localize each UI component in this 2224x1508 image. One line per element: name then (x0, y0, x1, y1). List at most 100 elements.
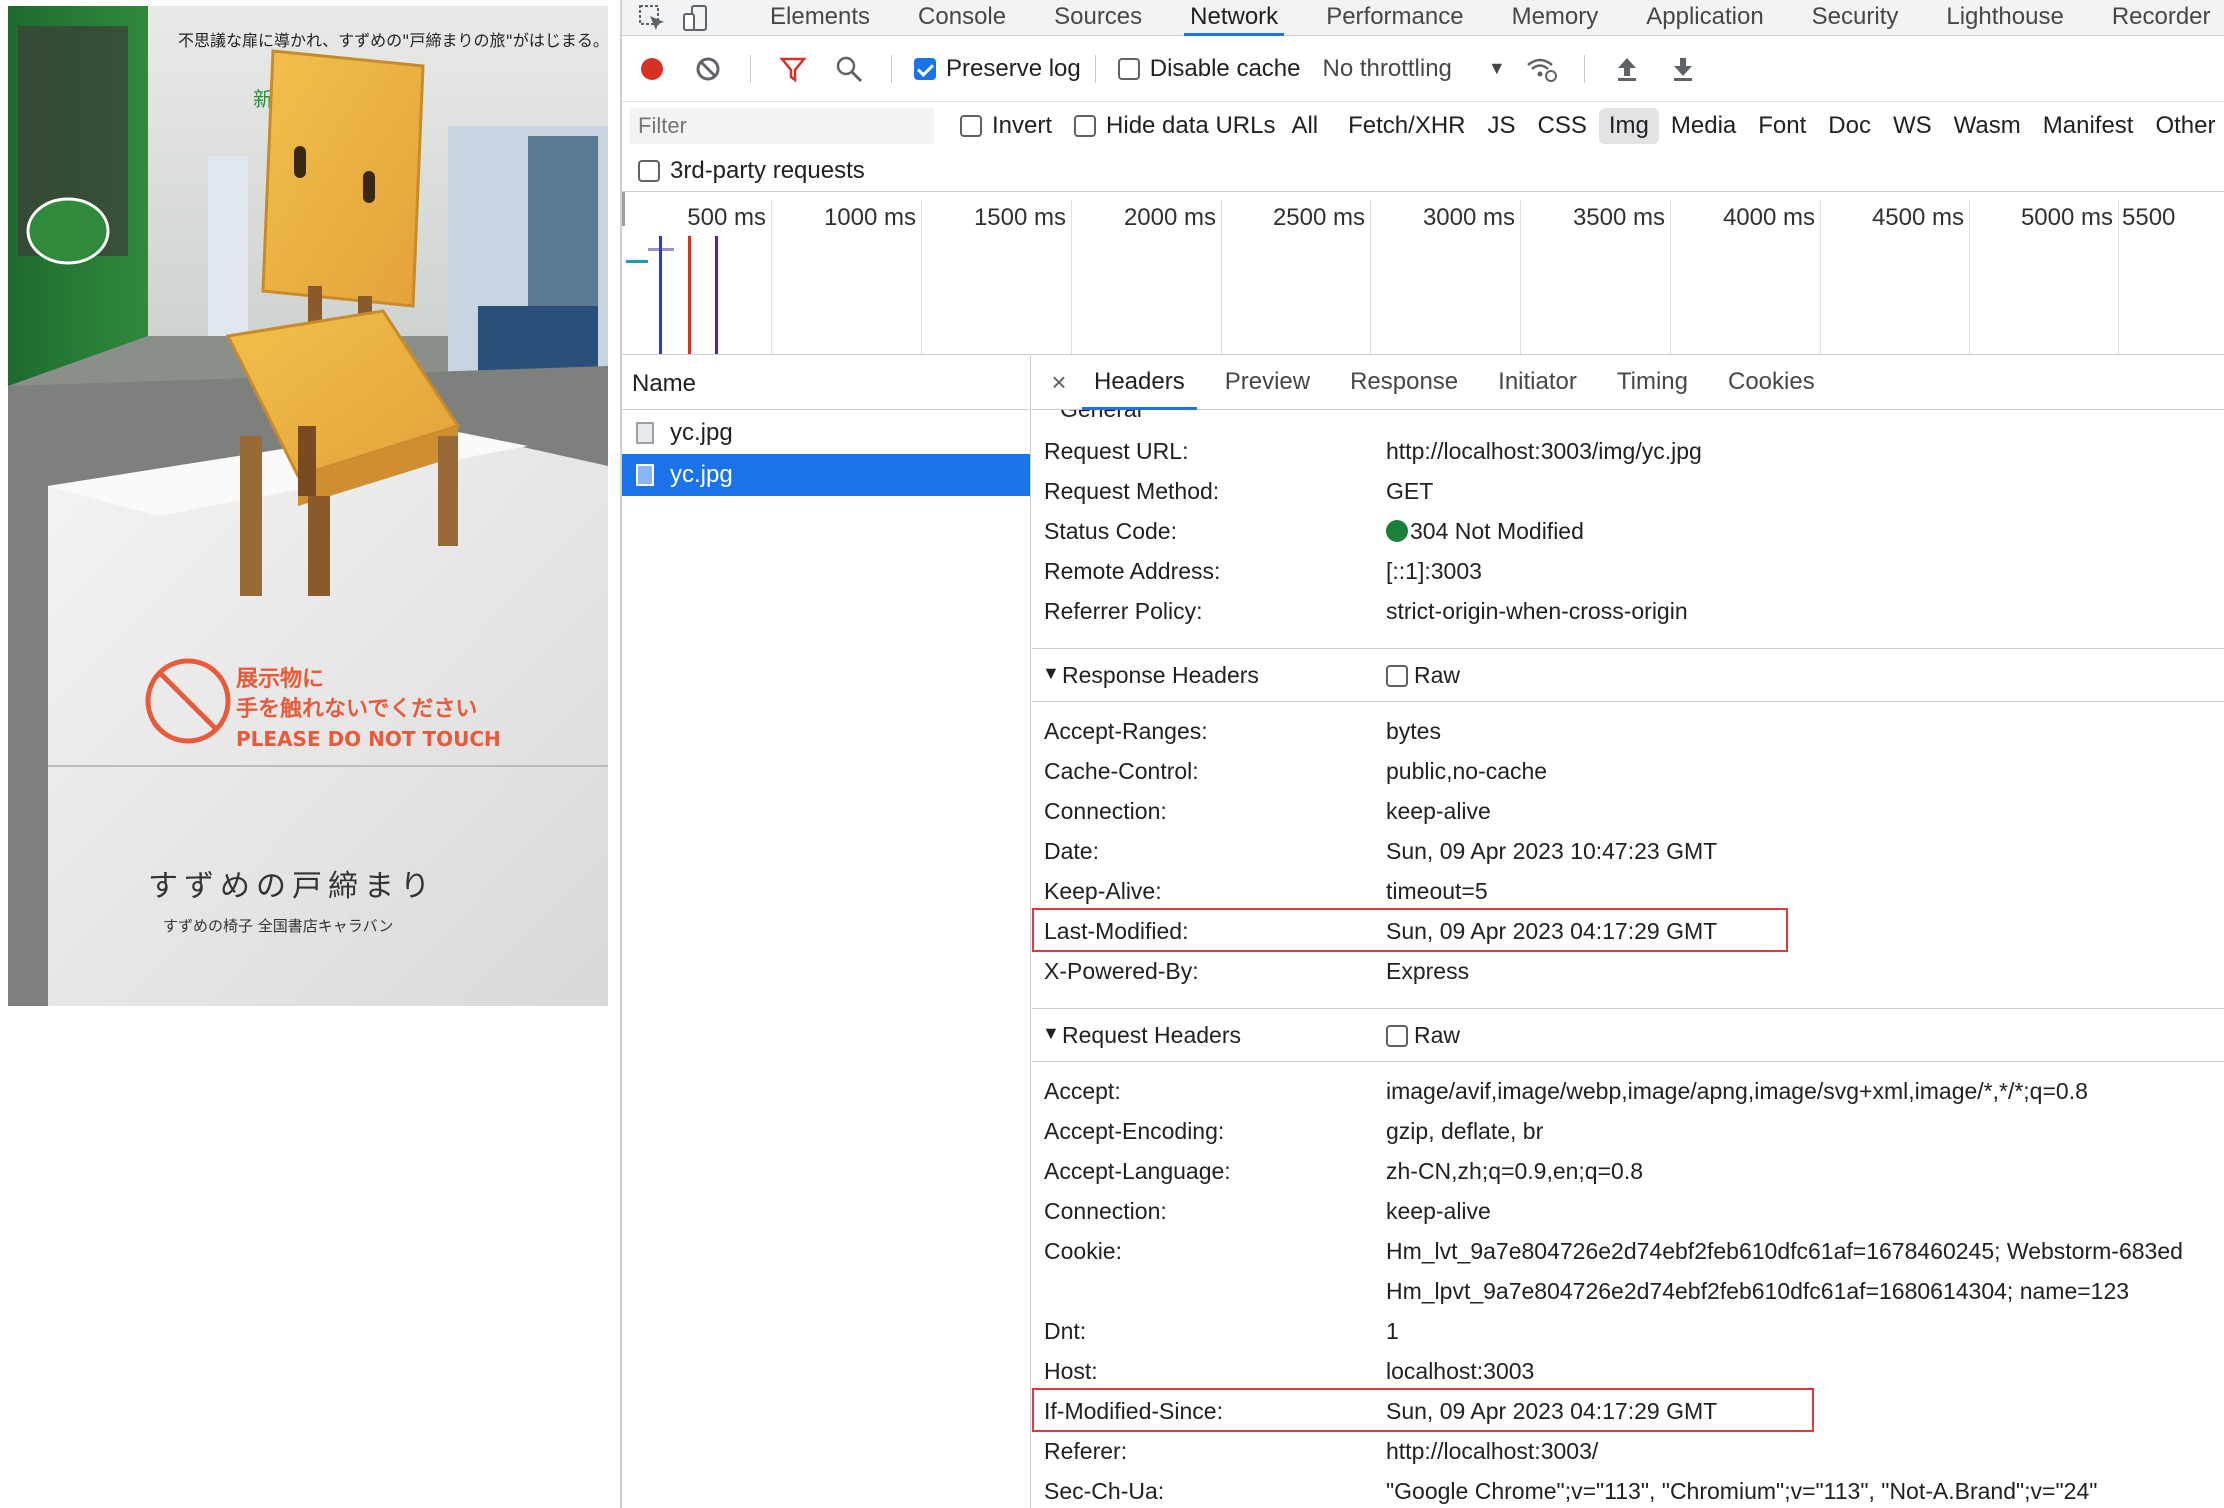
general-row: Remote Address: [::1]:3003 (1032, 550, 2224, 590)
grid-line (1221, 200, 1222, 354)
request-header-row: Accept-Language: zh-CN,zh;q=0.9,en;q=0.8 (1032, 1150, 2224, 1190)
tab-sources[interactable]: Sources (1030, 0, 1166, 36)
timeline-tick: 5500 (2122, 204, 2176, 231)
header-key: Referer: (1044, 1438, 1128, 1464)
image-file-icon (636, 464, 654, 486)
header-key: Connection: (1044, 1198, 1167, 1224)
tab-cookies[interactable]: Cookies (1708, 356, 1835, 410)
filter-type-media[interactable]: Media (1661, 108, 1746, 144)
tab-response[interactable]: Response (1330, 356, 1478, 410)
third-party-label: 3rd-party requests (670, 156, 865, 184)
filter-icon[interactable] (773, 49, 813, 89)
headers-scroll-area[interactable]: General Request URL: http://localhost:300… (1032, 410, 2224, 1508)
tab-elements[interactable]: Elements (746, 0, 894, 36)
exhibit-photo: 不思議な扉に導かれ、すずめの"戸締まりの旅"がはじまる。 新潟城 展示物に 手を… (8, 6, 608, 1006)
clear-icon[interactable] (688, 49, 728, 89)
filter-type-other[interactable]: Other (2145, 108, 2224, 144)
disable-cache-checkbox[interactable] (1117, 57, 1140, 80)
timeline-tick: 2000 ms (1123, 204, 1216, 231)
filter-type-img[interactable]: Img (1598, 108, 1659, 144)
tab-preview[interactable]: Preview (1205, 356, 1330, 410)
export-har-icon[interactable] (1663, 49, 1703, 89)
filter-type-css[interactable]: CSS (1528, 108, 1597, 144)
filter-type-wasm[interactable]: Wasm (1944, 108, 2031, 144)
inspect-element-icon[interactable] (638, 0, 666, 38)
toolbar-separator (1094, 54, 1096, 83)
timeline-tick: 2500 ms (1272, 204, 1365, 231)
filter-type-manifest[interactable]: Manifest (2033, 108, 2144, 144)
general-section-header[interactable]: General (1032, 410, 2224, 422)
device-toolbar-icon[interactable] (682, 0, 710, 38)
tab-timing[interactable]: Timing (1597, 356, 1708, 410)
network-conditions-icon[interactable] (1522, 49, 1562, 89)
tab-initiator[interactable]: Initiator (1478, 356, 1597, 410)
response-header-row: Date: Sun, 09 Apr 2023 10:47:23 GMT (1032, 830, 2224, 870)
grid-line (771, 200, 772, 354)
third-party-checkbox[interactable] (638, 159, 660, 182)
response-raw-toggle[interactable]: Raw (1386, 662, 1460, 689)
raw-label: Raw (1414, 662, 1461, 688)
name-column-header[interactable]: Name (622, 356, 1030, 410)
filter-type-all[interactable]: All (1281, 108, 1328, 144)
header-value: gzip, deflate, br (1386, 1118, 1544, 1144)
timeline-tick: 1500 ms (973, 204, 1066, 231)
general-row: Status Code: 304 Not Modified (1032, 510, 2224, 550)
header-key: Accept: (1044, 1078, 1121, 1104)
response-headers-section-header[interactable]: ▼ Response Headers Raw (1032, 648, 2224, 702)
general-value: http://localhost:3003/img/yc.jpg (1386, 438, 1702, 464)
overview-left-handle[interactable] (622, 192, 625, 226)
request-header-row: Sec-Ch-Ua: "Google Chrome";v="113", "Chro… (1032, 1470, 2224, 1508)
tab-recorder[interactable]: Recorder (2088, 0, 2224, 36)
filter-type-ws[interactable]: WS (1883, 108, 1942, 144)
request-row-selected[interactable]: yc.jpg (622, 454, 1030, 496)
general-section-title: General (1060, 410, 1142, 422)
tab-memory[interactable]: Memory (1488, 0, 1623, 36)
filter-type-doc[interactable]: Doc (1818, 108, 1881, 144)
request-headers-section-header[interactable]: ▼ Request Headers Raw (1032, 1008, 2224, 1062)
grid-line (1820, 200, 1821, 354)
hide-data-urls-label: Hide data URLs (1106, 112, 1276, 139)
load-line (688, 236, 691, 354)
tab-console[interactable]: Console (894, 0, 1030, 36)
response-header-row: Connection: keep-alive (1032, 790, 2224, 830)
dom-content-loaded-line (659, 236, 662, 354)
invert-checkbox[interactable] (960, 115, 982, 137)
tab-headers[interactable]: Headers (1074, 356, 1205, 410)
grid-line (1520, 200, 1521, 354)
filter-type-js[interactable]: JS (1478, 108, 1526, 144)
request-raw-toggle[interactable]: Raw (1386, 1022, 1460, 1049)
tab-application[interactable]: Application (1622, 0, 1787, 36)
record-icon[interactable] (632, 49, 672, 89)
header-value: keep-alive (1386, 1198, 1491, 1224)
hide-data-urls-checkbox[interactable] (1074, 115, 1097, 137)
request-headers-title: Request Headers (1062, 1022, 1241, 1048)
search-icon[interactable] (829, 49, 869, 89)
raw-checkbox[interactable] (1386, 664, 1408, 687)
tab-network[interactable]: Network (1166, 0, 1302, 36)
header-key: Dnt: (1044, 1318, 1087, 1344)
raw-label: Raw (1414, 1022, 1461, 1048)
response-headers-title: Response Headers (1062, 662, 1259, 688)
throttling-value: No throttling (1322, 54, 1452, 82)
timeline-overview[interactable]: 500 ms 1000 ms 1500 ms 2000 ms 2500 ms 3… (622, 192, 2224, 355)
timeline-tick: 1000 ms (823, 204, 916, 231)
header-key: Date: (1044, 838, 1099, 864)
status-code-value: 304 Not Modified (1410, 518, 1584, 544)
header-value: Hm_lpvt_9a7e804726e2d74ebf2feb610dfc61af… (1386, 1278, 2130, 1304)
tab-performance[interactable]: Performance (1302, 0, 1487, 36)
tab-lighthouse[interactable]: Lighthouse (1922, 0, 2087, 36)
import-har-icon[interactable] (1607, 49, 1647, 89)
grid-line (1370, 200, 1371, 354)
filter-type-fetch-xhr[interactable]: Fetch/XHR (1338, 108, 1475, 144)
header-key: Last-Modified: (1044, 918, 1189, 944)
filter-input[interactable] (630, 108, 934, 144)
header-value: bytes (1386, 718, 1441, 744)
raw-checkbox[interactable] (1386, 1024, 1408, 1047)
header-key: Connection: (1044, 798, 1167, 824)
request-row[interactable]: yc.jpg (622, 412, 1030, 454)
throttling-select[interactable]: No throttling ▼ (1322, 55, 1505, 83)
filter-type-font[interactable]: Font (1748, 108, 1816, 144)
preserve-log-checkbox[interactable] (914, 57, 936, 80)
tab-security[interactable]: Security (1788, 0, 1923, 36)
close-detail-icon[interactable]: × (1044, 367, 1074, 398)
